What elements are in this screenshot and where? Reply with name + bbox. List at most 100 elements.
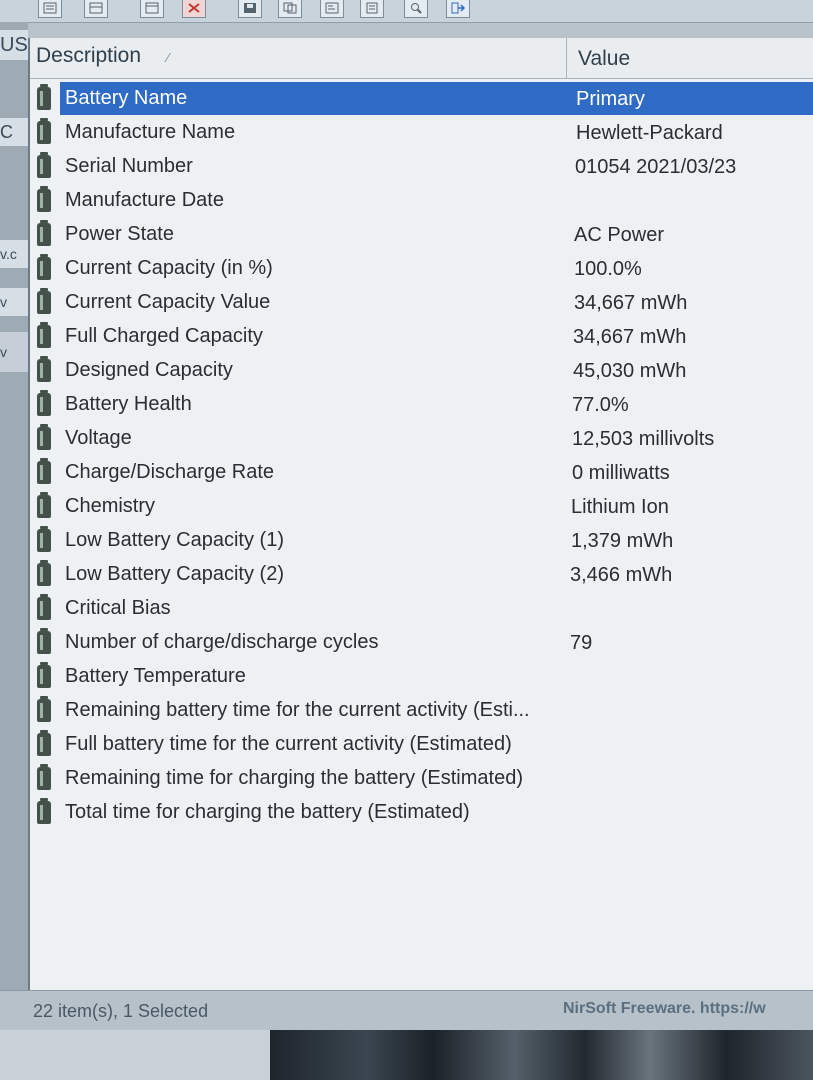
table-row[interactable]: Remaining time for charging the battery … bbox=[30, 762, 813, 795]
background-window-fragment: v bbox=[0, 332, 28, 372]
row-description: Low Battery Capacity (2) bbox=[65, 563, 284, 585]
row-description: Number of charge/discharge cycles bbox=[65, 631, 379, 653]
row-description: Chemistry bbox=[65, 495, 156, 517]
row-value: 100.0% bbox=[574, 258, 642, 280]
table-row[interactable]: Power State AC Power bbox=[30, 218, 813, 251]
description-column-header[interactable]: Description ⁄ bbox=[36, 38, 567, 78]
battery-icon bbox=[37, 152, 51, 178]
battery-icon bbox=[37, 424, 51, 450]
battery-icon bbox=[37, 492, 51, 518]
table-row[interactable]: Battery Health 77.0% bbox=[30, 388, 813, 421]
toolbar bbox=[0, 0, 813, 23]
window-icon[interactable] bbox=[140, 0, 164, 18]
table-row[interactable]: Manufacture Name Hewlett-Packard bbox=[30, 116, 813, 149]
taskbar bbox=[0, 1030, 813, 1080]
status-bar: 22 item(s), 1 Selected NirSoft Freeware.… bbox=[0, 990, 813, 1031]
table-row[interactable]: Low Battery Capacity (1) 1,379 mWh bbox=[30, 524, 813, 557]
row-description: Battery Temperature bbox=[65, 665, 246, 687]
row-description: Manufacture Date bbox=[65, 189, 224, 211]
exit-icon[interactable] bbox=[446, 0, 470, 18]
battery-icon bbox=[37, 390, 51, 416]
table-row[interactable]: Battery Name Primary bbox=[30, 82, 813, 115]
battery-icon bbox=[37, 220, 51, 246]
copy-icon[interactable] bbox=[278, 0, 302, 18]
table-row[interactable]: Number of charge/discharge cycles 79 bbox=[30, 626, 813, 659]
table-row[interactable]: Current Capacity (in %) 100.0% bbox=[30, 252, 813, 285]
table-row[interactable]: Designed Capacity 45,030 mWh bbox=[30, 354, 813, 387]
table-row[interactable]: Total time for charging the battery (Est… bbox=[30, 796, 813, 829]
row-value: 0 milliwatts bbox=[572, 462, 670, 484]
nirsoft-link[interactable]: NirSoft Freeware. https://w bbox=[563, 991, 766, 1027]
background-window-fragment: C bbox=[0, 118, 28, 146]
row-description: Full Charged Capacity bbox=[65, 325, 263, 347]
table-row[interactable]: Chemistry Lithium Ion bbox=[30, 490, 813, 523]
table-row[interactable]: Current Capacity Value 34,667 mWh bbox=[30, 286, 813, 319]
row-description: Power State bbox=[65, 223, 174, 245]
battery-icon bbox=[37, 254, 51, 280]
details-view-icon[interactable] bbox=[84, 0, 108, 18]
battery-icon bbox=[37, 322, 51, 348]
battery-icon bbox=[37, 764, 51, 790]
background-window-fragment: v.c bbox=[0, 240, 28, 268]
row-description: Remaining time for charging the battery … bbox=[65, 767, 523, 789]
row-description: Manufacture Name bbox=[65, 121, 236, 143]
properties-icon[interactable] bbox=[320, 0, 344, 18]
row-description: Full battery time for the current activi… bbox=[65, 733, 512, 755]
row-description: Designed Capacity bbox=[65, 359, 233, 381]
row-value: AC Power bbox=[574, 224, 665, 246]
row-value: 77.0% bbox=[572, 394, 629, 416]
battery-icon bbox=[37, 526, 51, 552]
row-description: Critical Bias bbox=[65, 597, 171, 619]
battery-info-list[interactable]: Description ⁄ Value Battery Name Primary Ma… bbox=[28, 38, 813, 990]
row-value: Lithium Ion bbox=[571, 496, 669, 518]
row-description: Charge/Discharge Rate bbox=[65, 461, 274, 483]
row-value: 45,030 mWh bbox=[573, 360, 687, 382]
row-description: Low Battery Capacity (1) bbox=[65, 529, 284, 551]
save-icon[interactable] bbox=[238, 0, 262, 18]
background-window-fragment: v bbox=[0, 288, 28, 316]
table-row[interactable]: Critical Bias bbox=[30, 592, 813, 625]
battery-icon bbox=[37, 560, 51, 586]
battery-icon bbox=[37, 730, 51, 756]
background-window-strip: US C v.c v v bbox=[0, 22, 28, 990]
row-description: Battery Name bbox=[65, 87, 188, 109]
taskbar-wallpaper bbox=[270, 1030, 813, 1080]
delete-icon[interactable] bbox=[182, 0, 206, 18]
row-description: Remaining battery time for the current a… bbox=[65, 699, 530, 721]
battery-icon bbox=[37, 662, 51, 688]
battery-icon bbox=[37, 696, 51, 722]
row-value: 01054 2021/03/23 bbox=[575, 156, 737, 178]
row-description: Current Capacity Value bbox=[65, 291, 271, 313]
table-row[interactable]: Charge/Discharge Rate 0 milliwatts bbox=[30, 456, 813, 489]
row-value: Hewlett-Packard bbox=[576, 122, 723, 144]
table-row[interactable]: Full Charged Capacity 34,667 mWh bbox=[30, 320, 813, 353]
value-column-header[interactable]: Value bbox=[578, 38, 808, 78]
value-column-label: Value bbox=[578, 47, 631, 70]
battery-icon bbox=[37, 186, 51, 212]
row-description: Serial Number bbox=[65, 155, 193, 177]
table-row[interactable]: Low Battery Capacity (2) 3,466 mWh bbox=[30, 558, 813, 591]
row-value: 1,379 mWh bbox=[571, 530, 674, 552]
report-icon[interactable] bbox=[360, 0, 384, 18]
row-value: 34,667 mWh bbox=[573, 326, 687, 348]
battery-icon bbox=[37, 118, 51, 144]
status-item-count: 22 item(s), 1 Selected bbox=[33, 1001, 209, 1021]
battery-icon bbox=[37, 84, 51, 110]
row-value: 34,667 mWh bbox=[574, 292, 688, 314]
battery-icon bbox=[37, 594, 51, 620]
row-value: 3,466 mWh bbox=[570, 564, 673, 586]
battery-icon bbox=[37, 628, 51, 654]
column-header: Description ⁄ Value bbox=[30, 38, 813, 79]
table-row[interactable]: Battery Temperature bbox=[30, 660, 813, 693]
row-description: Current Capacity (in %) bbox=[65, 257, 273, 279]
background-window-fragment: US bbox=[0, 30, 28, 60]
find-icon[interactable] bbox=[404, 0, 428, 18]
list-view-icon[interactable] bbox=[38, 0, 62, 18]
table-row[interactable]: Serial Number 01054 2021/03/23 bbox=[30, 150, 813, 183]
table-row[interactable]: Voltage 12,503 millivolts bbox=[30, 422, 813, 455]
table-row[interactable]: Remaining battery time for the current a… bbox=[30, 694, 813, 727]
table-row[interactable]: Full battery time for the current activi… bbox=[30, 728, 813, 761]
row-value: 12,503 millivolts bbox=[572, 428, 715, 450]
row-value: 79 bbox=[570, 632, 593, 654]
table-row[interactable]: Manufacture Date bbox=[30, 184, 813, 217]
